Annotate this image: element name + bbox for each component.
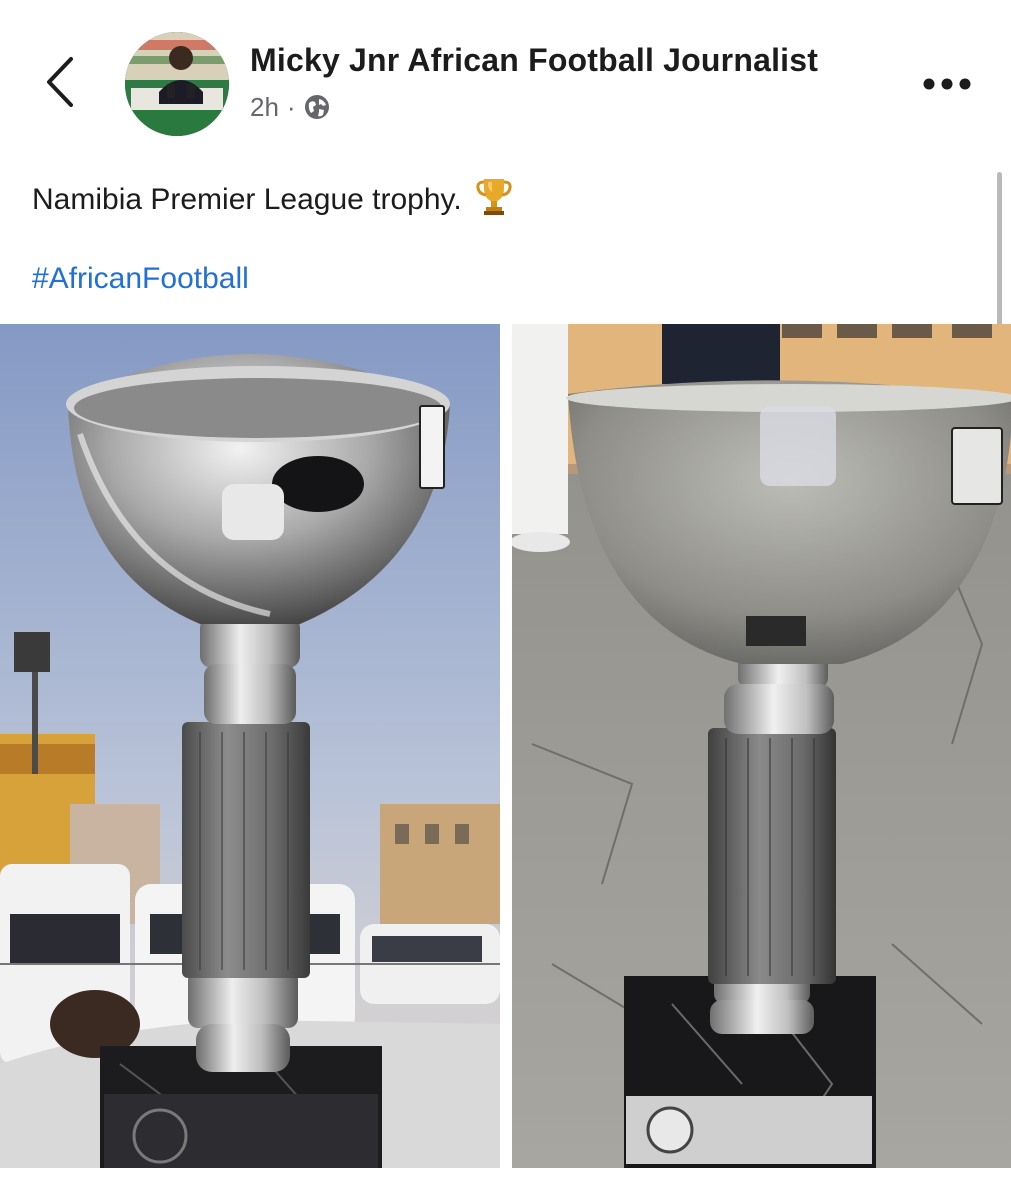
trophy-photo-left-image — [0, 324, 500, 1168]
trophy-emoji — [476, 176, 512, 224]
post-view: Micky Jnr African Football Journalist 2h… — [0, 0, 1011, 1200]
trophy-icon — [476, 179, 512, 215]
meta-separator: · — [286, 91, 296, 122]
trophy-photo-left[interactable] — [0, 324, 500, 1168]
chevron-left-icon — [47, 57, 73, 107]
trophy-photo-right-image — [512, 324, 1011, 1168]
globe-icon[interactable] — [304, 94, 330, 120]
trophy-photo-right[interactable] — [512, 324, 1011, 1168]
post-text: Namibia Premier League trophy. — [32, 176, 512, 224]
back-button[interactable] — [36, 52, 84, 112]
post-caption: Namibia Premier League trophy. — [32, 183, 462, 216]
author-name[interactable]: Micky Jnr African Football Journalist — [250, 42, 818, 79]
more-dots-icon — [923, 78, 971, 90]
hashtag-link[interactable]: #AfricanFootball — [32, 262, 249, 296]
more-options-button[interactable] — [921, 66, 973, 102]
post-meta: 2h · — [250, 90, 330, 124]
avatar-photo — [125, 32, 229, 136]
avatar[interactable] — [125, 32, 229, 136]
timestamp[interactable]: 2h — [250, 92, 279, 123]
